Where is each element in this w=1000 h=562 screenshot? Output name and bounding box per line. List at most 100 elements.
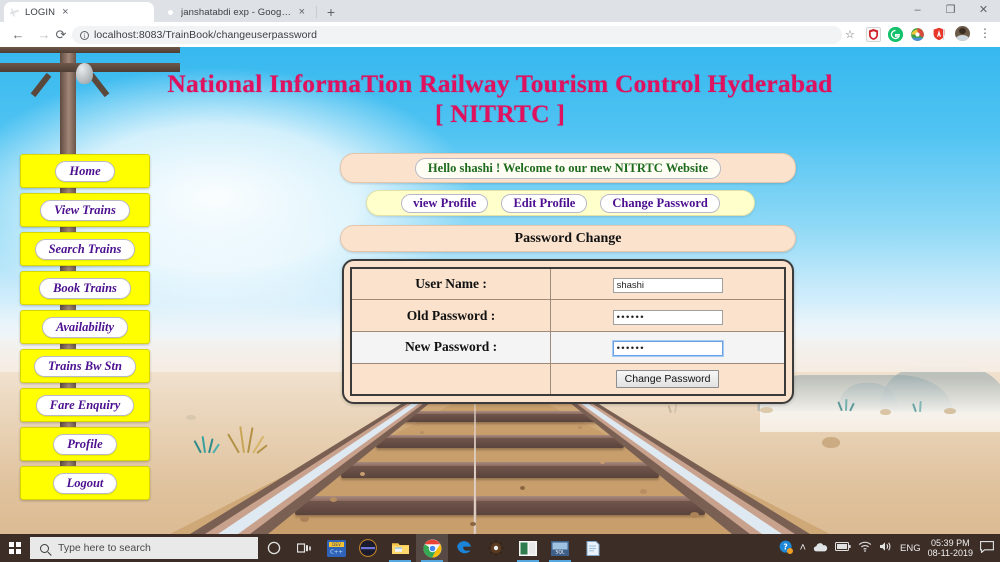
- page-title-line1: National InformaTion Railway Tourism Con…: [167, 69, 832, 98]
- notepad-icon[interactable]: [576, 534, 608, 562]
- tab-title: LOGIN: [25, 7, 55, 18]
- page-title-line2: [ NITRTC ]: [435, 99, 565, 128]
- toolbar-separator: [943, 29, 944, 40]
- sidebar-item-book-trains[interactable]: Book Trains: [20, 271, 150, 305]
- sidebar-item-trains-bw-stn[interactable]: Trains Bw Stn: [20, 349, 150, 383]
- globe-icon: [9, 7, 20, 18]
- change-password-submit-button[interactable]: Change Password: [616, 370, 720, 388]
- browser-toolbar: ← → ⟳ i localhost:8083/TrainBook/changeu…: [0, 22, 1000, 47]
- sidebar-item-label: Book Trains: [39, 278, 131, 299]
- close-window-button[interactable]: ✕: [967, 0, 1000, 21]
- start-button[interactable]: [0, 534, 30, 562]
- table-row-username: User Name :: [351, 268, 785, 300]
- svg-text:SQL: SQL: [555, 549, 565, 555]
- sidebar-item-fare-enquiry[interactable]: Fare Enquiry: [20, 388, 150, 422]
- edge-icon[interactable]: [448, 534, 480, 562]
- chrome-icon[interactable]: [416, 534, 448, 562]
- table-row-submit: Change Password: [351, 363, 785, 395]
- profile-nav-bar: view Profile Edit Profile Change Passwor…: [366, 190, 755, 216]
- minimize-button[interactable]: –: [901, 0, 934, 21]
- new-tab-button[interactable]: +: [323, 4, 339, 20]
- wifi-icon[interactable]: [858, 541, 872, 555]
- help-icon[interactable]: ?: [779, 540, 793, 557]
- welcome-banner: Hello shashi ! Welcome to our new NITRTC…: [340, 153, 796, 183]
- svg-text:?: ?: [783, 542, 787, 551]
- username-label: User Name :: [351, 268, 551, 300]
- tab-strip: LOGIN × janshatabdi exp - Google Search …: [0, 0, 1000, 22]
- volume-icon[interactable]: [879, 541, 893, 555]
- password-change-form: User Name : Old Password : New Password …: [342, 259, 794, 404]
- sidebar-item-profile[interactable]: Profile: [20, 427, 150, 461]
- bookmark-star-icon[interactable]: ☆: [845, 28, 855, 41]
- ie-tab-icon[interactable]: [910, 27, 925, 42]
- sidebar-item-home[interactable]: Home: [20, 154, 150, 188]
- svg-text:DEV: DEV: [332, 542, 341, 547]
- page-title: National InformaTion Railway Tourism Con…: [160, 69, 840, 129]
- change-password-button[interactable]: Change Password: [600, 194, 720, 213]
- new-password-label: New Password :: [351, 332, 551, 364]
- notifications-icon[interactable]: [980, 541, 994, 556]
- google-icon: [165, 7, 176, 18]
- grammarly-icon[interactable]: [888, 27, 903, 42]
- sidebar-item-view-trains[interactable]: View Trains: [20, 193, 150, 227]
- username-input[interactable]: [613, 278, 723, 293]
- info-icon[interactable]: i: [80, 31, 89, 40]
- address-bar[interactable]: i localhost:8083/TrainBook/changeuserpas…: [72, 26, 842, 44]
- svg-text:C++: C++: [330, 549, 343, 555]
- sidebar-item-label: Profile: [53, 434, 116, 455]
- close-icon[interactable]: ×: [60, 7, 70, 18]
- chrome-menu-icon[interactable]: ⋮: [978, 26, 992, 42]
- search-icon: [40, 544, 49, 553]
- onedrive-icon[interactable]: [813, 542, 828, 555]
- file-explorer-icon[interactable]: [384, 534, 416, 562]
- empty-cell: [351, 363, 551, 395]
- task-view-icon[interactable]: [288, 534, 320, 562]
- eclipse-icon[interactable]: [480, 534, 512, 562]
- url-text: localhost:8083/TrainBook/changeuserpassw…: [94, 29, 317, 41]
- profile-avatar[interactable]: [955, 26, 970, 41]
- ublock-icon[interactable]: [866, 27, 881, 42]
- submit-cell: Change Password: [551, 363, 785, 395]
- reload-icon[interactable]: ⟳: [53, 27, 69, 43]
- sidebar-item-label: Logout: [53, 473, 118, 494]
- sidebar-item-search-trains[interactable]: Search Trains: [20, 232, 150, 266]
- browser-tab-google-search[interactable]: janshatabdi exp - Google Search ×: [160, 2, 312, 22]
- sidebar-item-label: Trains Bw Stn: [34, 356, 136, 377]
- back-icon[interactable]: ←: [10, 27, 26, 43]
- web-page-content: National InformaTion Railway Tourism Con…: [0, 47, 1000, 534]
- dark-circle-icon[interactable]: [352, 534, 384, 562]
- taskbar-search-box[interactable]: Type here to search: [30, 537, 258, 559]
- sidebar-item-label: Fare Enquiry: [36, 395, 135, 416]
- table-row-old-password: Old Password :: [351, 300, 785, 332]
- sql-server-icon[interactable]: SQL: [544, 534, 576, 562]
- avast-icon[interactable]: [932, 27, 947, 42]
- sidebar-item-label: Availability: [42, 317, 128, 338]
- browser-tab-login[interactable]: LOGIN ×: [4, 2, 154, 22]
- clock-time: 05:39 PM: [931, 538, 970, 548]
- tab-separator: [316, 6, 317, 18]
- media-icon[interactable]: [512, 534, 544, 562]
- sidebar-item-logout[interactable]: Logout: [20, 466, 150, 500]
- sidebar-item-availability[interactable]: Availability: [20, 310, 150, 344]
- old-password-label: Old Password :: [351, 300, 551, 332]
- section-header: Password Change: [340, 225, 796, 252]
- username-cell: [551, 268, 785, 300]
- devcpp-icon[interactable]: DEV C++: [320, 534, 352, 562]
- forward-icon[interactable]: →: [36, 27, 52, 43]
- taskbar-clock[interactable]: 05:39 PM 08-11-2019: [928, 538, 973, 558]
- old-password-cell: [551, 300, 785, 332]
- windows-taskbar: Type here to search DEV C++ SQL: [0, 534, 1000, 562]
- sidebar-menu: Home View Trains Search Trains Book Trai…: [20, 154, 150, 505]
- view-profile-button[interactable]: view Profile: [401, 194, 488, 213]
- language-indicator[interactable]: ENG: [900, 543, 921, 554]
- cortana-icon[interactable]: [258, 534, 290, 562]
- close-icon[interactable]: ×: [297, 7, 307, 18]
- edit-profile-button[interactable]: Edit Profile: [501, 194, 587, 213]
- maximize-button[interactable]: ❐: [934, 0, 967, 21]
- battery-icon[interactable]: [835, 542, 851, 554]
- chevron-up-icon[interactable]: ˄: [800, 542, 806, 554]
- password-form-table: User Name : Old Password : New Password …: [350, 267, 786, 396]
- windows-logo-icon: [9, 542, 22, 555]
- old-password-input[interactable]: [613, 310, 723, 325]
- new-password-input[interactable]: [613, 341, 723, 356]
